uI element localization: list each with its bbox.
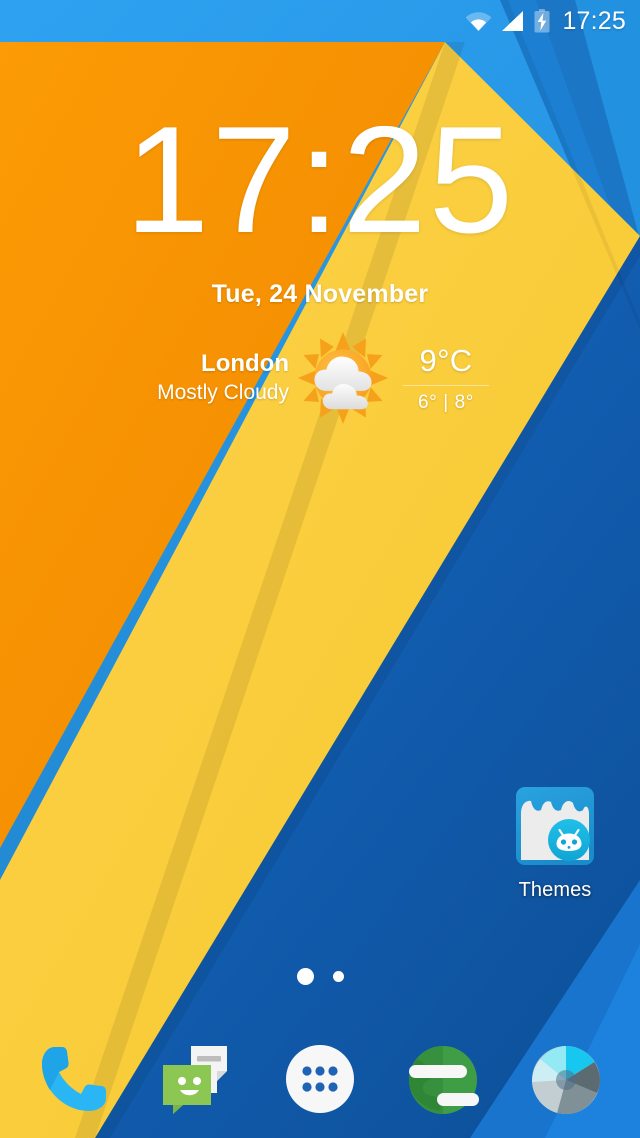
app-label-themes: Themes [518,879,592,901]
browser-globe-icon [409,1046,480,1114]
camera-aperture-icon [532,1046,601,1114]
phone-icon [41,1047,106,1111]
page-indicator[interactable] [0,968,640,985]
themes-icon [516,787,594,865]
wifi-icon [466,12,492,32]
app-drawer-icon [285,1045,354,1113]
battery-charging-icon [534,9,550,33]
cellular-signal-icon [502,11,524,31]
dock-item-browser[interactable] [393,1029,493,1129]
dock-item-phone[interactable] [24,1029,124,1129]
status-bar-clock: 17:25 [562,6,626,35]
dock-item-camera[interactable] [516,1029,616,1129]
messaging-icon [162,1046,227,1114]
dock [0,1020,640,1138]
page-dot-1[interactable] [296,968,314,985]
status-bar[interactable]: 17:25 [0,0,640,42]
dock-item-app-drawer[interactable] [270,1029,370,1129]
page-dot-2[interactable] [332,971,344,982]
dock-item-messaging[interactable] [147,1029,247,1129]
app-icon-themes[interactable]: Themes [500,784,610,902]
